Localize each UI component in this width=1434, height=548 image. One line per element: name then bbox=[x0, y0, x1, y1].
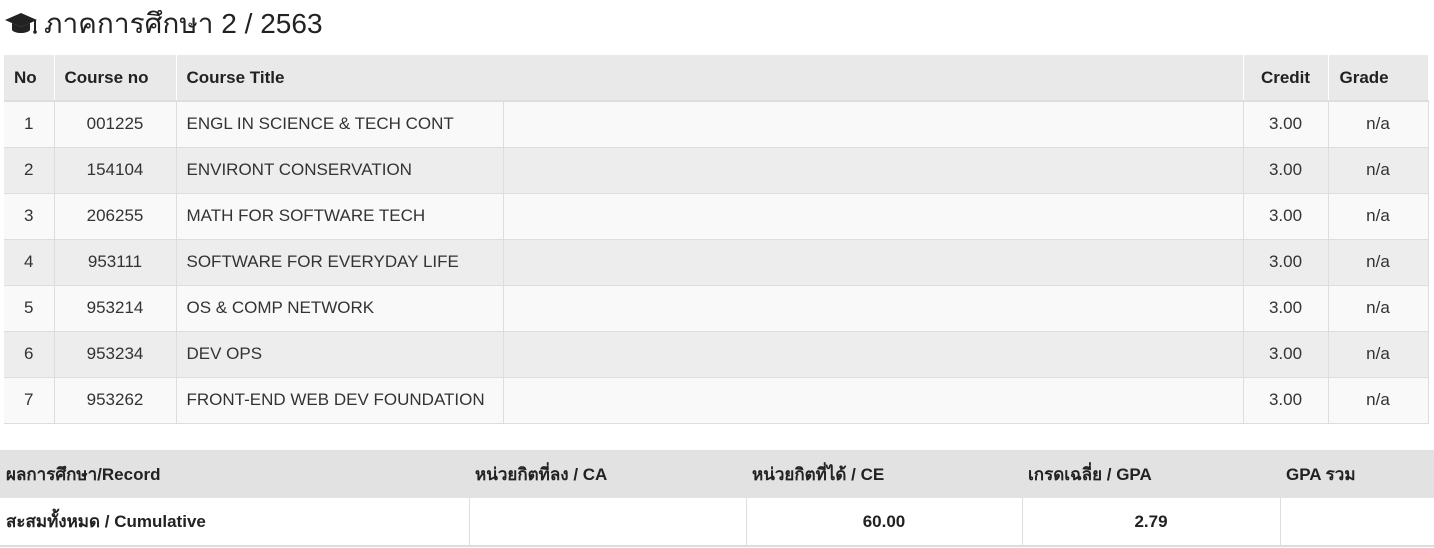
row-grade: n/a bbox=[1328, 193, 1429, 240]
summary-header-record: ผลการศึกษา/Record bbox=[0, 450, 469, 498]
row-blank-cell bbox=[503, 377, 1244, 424]
row-course-no: 953214 bbox=[54, 285, 177, 332]
row-course-title: FRONT-END WEB DEV FOUNDATION bbox=[176, 377, 504, 424]
row-no: 2 bbox=[4, 147, 55, 194]
table-row: 7 953262 FRONT-END WEB DEV FOUNDATION 3.… bbox=[4, 377, 1429, 424]
table-row: 6 953234 DEV OPS 3.00 n/a bbox=[4, 331, 1429, 378]
row-course-title: SOFTWARE FOR EVERYDAY LIFE bbox=[176, 239, 504, 286]
row-credit: 3.00 bbox=[1243, 239, 1329, 286]
row-grade: n/a bbox=[1328, 331, 1429, 378]
cumulative-gpa: 2.79 bbox=[1022, 498, 1281, 547]
row-grade: n/a bbox=[1328, 377, 1429, 424]
row-no: 6 bbox=[4, 331, 55, 378]
row-no: 3 bbox=[4, 193, 55, 240]
summary-header-ce: หน่วยกิตที่ได้ / CE bbox=[746, 450, 1022, 498]
table-row: 1 001225 ENGL IN SCIENCE & TECH CONT 3.0… bbox=[4, 101, 1429, 148]
table-row: 2 154104 ENVIRONT CONSERVATION 3.00 n/a bbox=[4, 147, 1429, 194]
row-no: 1 bbox=[4, 101, 55, 148]
row-grade: n/a bbox=[1328, 101, 1429, 148]
summary-table: ผลการศึกษา/Record หน่วยกิตที่ลง / CA หน่… bbox=[0, 450, 1434, 547]
row-grade: n/a bbox=[1328, 147, 1429, 194]
cumulative-label: สะสมทั้งหมด / Cumulative bbox=[0, 498, 470, 547]
row-course-no: 001225 bbox=[54, 101, 177, 148]
row-credit: 3.00 bbox=[1243, 331, 1329, 378]
row-course-title: ENVIRONT CONSERVATION bbox=[176, 147, 504, 194]
summary-header-row: ผลการศึกษา/Record หน่วยกิตที่ลง / CA หน่… bbox=[0, 450, 1434, 498]
row-course-no: 953111 bbox=[54, 239, 177, 286]
header-credit: Credit bbox=[1243, 55, 1329, 102]
header-grade: Grade bbox=[1328, 55, 1429, 102]
courses-header-row: No Course no Course Title Credit Grade bbox=[4, 55, 1429, 102]
row-course-no: 206255 bbox=[54, 193, 177, 240]
summary-cumulative-row: สะสมทั้งหมด / Cumulative 60.00 2.79 bbox=[0, 498, 1434, 547]
row-course-title: MATH FOR SOFTWARE TECH bbox=[176, 193, 504, 240]
row-blank-cell bbox=[503, 101, 1244, 148]
summary-header-ca: หน่วยกิตที่ลง / CA bbox=[469, 450, 746, 498]
graduation-cap-icon bbox=[4, 10, 38, 38]
cumulative-gpa-total bbox=[1280, 498, 1434, 547]
cumulative-ce: 60.00 bbox=[746, 498, 1023, 547]
header-course-no: Course no bbox=[54, 55, 177, 102]
courses-table: No Course no Course Title Credit Grade 1… bbox=[4, 55, 1429, 424]
row-grade: n/a bbox=[1328, 285, 1429, 332]
row-blank-cell bbox=[503, 239, 1244, 286]
row-no: 5 bbox=[4, 285, 55, 332]
row-credit: 3.00 bbox=[1243, 193, 1329, 240]
row-no: 7 bbox=[4, 377, 55, 424]
table-row: 3 206255 MATH FOR SOFTWARE TECH 3.00 n/a bbox=[4, 193, 1429, 240]
row-course-no: 154104 bbox=[54, 147, 177, 194]
summary-header-gpa-total: GPA รวม bbox=[1280, 450, 1434, 498]
row-course-title: DEV OPS bbox=[176, 331, 504, 378]
row-course-title: ENGL IN SCIENCE & TECH CONT bbox=[176, 101, 504, 148]
semester-heading: ภาคการศึกษา 2 / 2563 bbox=[4, 4, 323, 44]
row-course-no: 953262 bbox=[54, 377, 177, 424]
row-grade: n/a bbox=[1328, 239, 1429, 286]
row-blank-cell bbox=[503, 147, 1244, 194]
table-row: 4 953111 SOFTWARE FOR EVERYDAY LIFE 3.00… bbox=[4, 239, 1429, 286]
row-blank-cell bbox=[503, 193, 1244, 240]
header-course-title: Course Title bbox=[176, 55, 1244, 102]
row-credit: 3.00 bbox=[1243, 285, 1329, 332]
header-no: No bbox=[4, 55, 55, 102]
row-course-title: OS & COMP NETWORK bbox=[176, 285, 504, 332]
row-blank-cell bbox=[503, 285, 1244, 332]
summary-header-gpa: เกรดเฉลี่ย / GPA bbox=[1022, 450, 1280, 498]
row-credit: 3.00 bbox=[1243, 101, 1329, 148]
semester-title: ภาคการศึกษา 2 / 2563 bbox=[44, 8, 323, 39]
row-credit: 3.00 bbox=[1243, 147, 1329, 194]
row-credit: 3.00 bbox=[1243, 377, 1329, 424]
table-row: 5 953214 OS & COMP NETWORK 3.00 n/a bbox=[4, 285, 1429, 332]
row-course-no: 953234 bbox=[54, 331, 177, 378]
row-blank-cell bbox=[503, 331, 1244, 378]
cumulative-ca bbox=[469, 498, 747, 547]
row-no: 4 bbox=[4, 239, 55, 286]
